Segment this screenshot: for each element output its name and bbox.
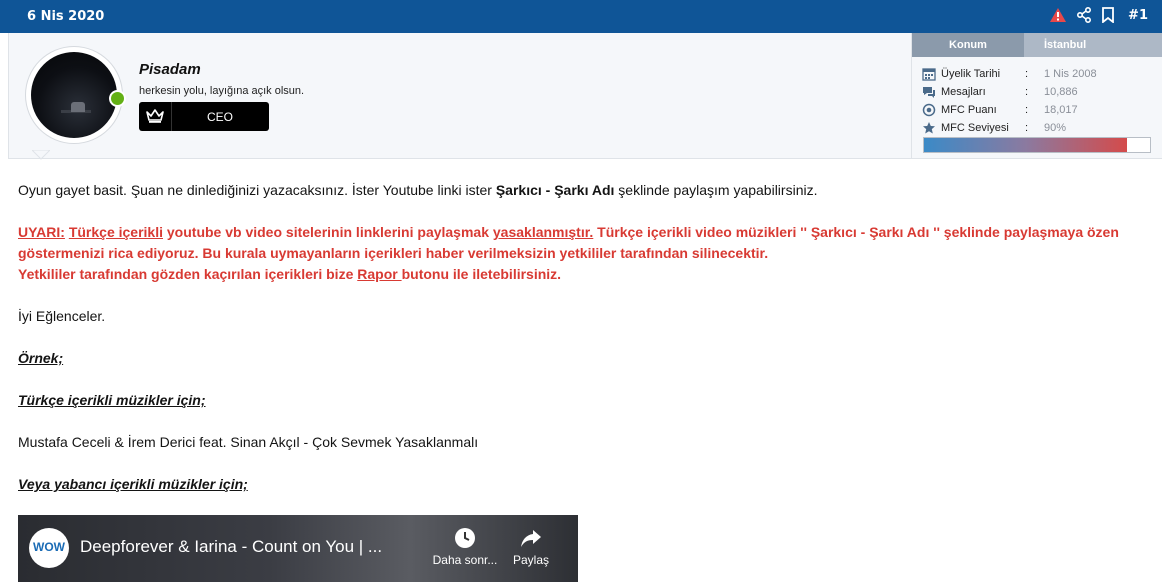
user-title: herkesin yolu, layığına açık olsun. — [139, 85, 305, 97]
online-status-dot — [109, 90, 126, 107]
post-header-bar: 6 Nis 2020 #1 — [0, 0, 1162, 33]
stat-row-join-date: Üyelik Tarihi : 1 Nis 2008 — [922, 65, 1097, 83]
messages-icon — [922, 85, 936, 99]
stats-list: Üyelik Tarihi : 1 Nis 2008 Mesajları : 1… — [922, 65, 1097, 137]
header-pointer — [32, 150, 50, 160]
stat-row-level: MFC Seviyesi : 90% — [922, 119, 1097, 137]
intro-paragraph: Oyun gayet basit. Şuan ne dinlediğinizi … — [18, 182, 818, 198]
warning-link-2[interactable]: yasaklanmıştır. — [493, 224, 593, 240]
warning-link[interactable]: Türkçe içerikli — [69, 224, 163, 240]
username[interactable]: Pisadam — [139, 61, 201, 78]
stat-value: 90% — [1044, 122, 1067, 134]
watch-later-button[interactable]: Daha sonr... — [430, 527, 500, 567]
location-label: Konum — [912, 33, 1024, 57]
rank-badge: CEO — [139, 102, 269, 131]
video-title[interactable]: Deepforever & Iarina - Count on You | ..… — [80, 537, 382, 557]
share-icon[interactable] — [1076, 7, 1092, 23]
report-icon[interactable] — [1049, 7, 1067, 23]
post-number[interactable]: #1 — [1128, 8, 1148, 23]
turkish-heading: Türkçe içerikli müzikler için; — [18, 392, 206, 408]
stat-value: 1 Nis 2008 — [1044, 68, 1097, 80]
share-video-button[interactable]: Paylaş — [496, 527, 566, 567]
star-icon — [922, 121, 936, 135]
share-arrow-icon — [521, 530, 541, 547]
stat-value[interactable]: 10,886 — [1044, 86, 1078, 98]
stat-label: MFC Seviyesi — [941, 122, 1009, 134]
rank-label: CEO — [206, 110, 233, 124]
location-value: İstanbul — [1024, 33, 1162, 57]
stat-row-messages: Mesajları : 10,886 — [922, 83, 1097, 101]
foreign-heading: Veya yabancı içerikli müzikler için; — [18, 476, 248, 492]
stat-value: 18,017 — [1044, 104, 1078, 116]
points-icon — [922, 103, 936, 117]
fun-text: İyi Eğlenceler. — [18, 308, 106, 324]
bookmark-icon[interactable] — [1101, 7, 1115, 23]
crown-icon — [145, 108, 165, 129]
calendar-icon — [922, 67, 936, 81]
stat-label: Üyelik Tarihi — [941, 68, 1001, 80]
post-tools: #1 — [1049, 7, 1148, 23]
user-stats-panel: Konum İstanbul Üyelik Tarihi : 1 Nis 200… — [911, 33, 1162, 159]
stat-label: MFC Puanı — [941, 104, 997, 116]
warning-label: UYARI: — [18, 224, 65, 240]
warning-paragraph: UYARI: Türkçe içerikli youtube vb video … — [18, 224, 1119, 282]
stat-label: Mesajları — [941, 86, 986, 98]
stat-row-points: MFC Puanı : 18,017 — [922, 101, 1097, 119]
level-progress-bar — [923, 137, 1151, 153]
clock-icon — [455, 528, 475, 548]
location-row: Konum İstanbul — [912, 33, 1162, 57]
post-body: Oyun gayet basit. Şuan ne dinlediğinizi … — [18, 180, 1148, 516]
youtube-embed[interactable]: WOW Deepforever & Iarina - Count on You … — [18, 515, 578, 582]
avatar-image — [31, 52, 117, 138]
post-date[interactable]: 6 Nis 2020 — [27, 9, 104, 24]
example-heading: Örnek; — [18, 350, 64, 366]
turkish-example: Mustafa Ceceli & İrem Derici feat. Sinan… — [18, 434, 479, 450]
avatar[interactable] — [26, 47, 122, 143]
channel-logo[interactable]: WOW — [29, 528, 69, 568]
report-link[interactable]: Rapor — [357, 266, 401, 282]
level-progress-fill — [924, 138, 1128, 152]
